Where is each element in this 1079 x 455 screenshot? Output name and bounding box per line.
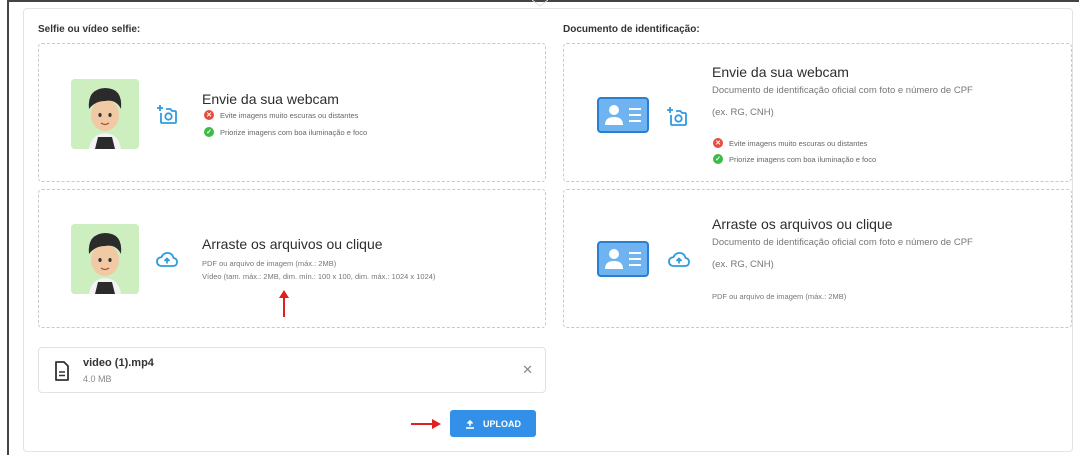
- rule-text: Evite imagens muito escuras ou distantes: [729, 138, 868, 148]
- document-webcam-description-examples: (ex. RG, CNH): [712, 107, 774, 118]
- document-webcam-title: Envie da sua webcam: [712, 64, 849, 80]
- document-upload-description: Documento de identificação oficial com f…: [712, 237, 973, 248]
- frame-notch: [532, 0, 548, 7]
- rule-text: Evite imagens muito escuras ou distantes: [220, 110, 359, 120]
- error-icon: ✕: [713, 138, 723, 148]
- selfie-upload-title: Arraste os arquivos ou clique: [202, 236, 383, 252]
- id-card-illustration: [597, 241, 649, 277]
- selfie-avatar: [71, 224, 139, 294]
- remove-file-icon[interactable]: ✕: [522, 362, 533, 378]
- selfie-webcam-title: Envie da sua webcam: [202, 91, 339, 107]
- upload-button[interactable]: UPLOAD: [450, 410, 536, 437]
- rule-text: Priorize imagens com boa iluminação e fo…: [729, 154, 877, 164]
- upload-icon: [466, 419, 474, 429]
- selfie-section-label: Selfie ou vídeo selfie:: [38, 24, 141, 35]
- rule-text: Priorize imagens com boa iluminação e fo…: [220, 127, 368, 137]
- id-card-illustration: [597, 97, 649, 133]
- document-upload-description-examples: (ex. RG, CNH): [712, 259, 774, 270]
- annotation-arrow-right: [411, 419, 441, 429]
- document-upload-format-hint: PDF ou arquivo de imagem (máx.: 2MB): [712, 292, 847, 301]
- selfie-upload-video-hint: Vídeo (tam. máx.: 2MB, dim. mín.: 100 x …: [202, 272, 436, 281]
- selfie-webcam-rule-ok: ✓ Priorize imagens com boa iluminação e …: [204, 127, 367, 137]
- file-name: video (1).mp4: [83, 357, 154, 369]
- document-section-label: Documento de identificação:: [563, 24, 700, 35]
- document-webcam-rule-error: ✕ Evite imagens muito escuras ou distant…: [713, 138, 867, 148]
- document-webcam-description: Documento de identificação oficial com f…: [712, 85, 973, 96]
- camera-add-icon[interactable]: [665, 104, 689, 128]
- document-upload-title: Arraste os arquivos ou clique: [712, 216, 893, 232]
- document-webcam-rule-ok: ✓ Priorize imagens com boa iluminação e …: [713, 154, 876, 164]
- check-icon: ✓: [713, 154, 723, 164]
- uploaded-file-item: video (1).mp4 4.0 MB ✕: [38, 347, 546, 393]
- cloud-upload-icon[interactable]: [667, 248, 691, 272]
- error-icon: ✕: [204, 110, 214, 120]
- selfie-webcam-rule-error: ✕ Evite imagens muito escuras ou distant…: [204, 110, 358, 120]
- file-icon: [55, 361, 69, 381]
- upload-button-label: UPLOAD: [483, 418, 521, 429]
- annotation-arrow-up: [279, 290, 289, 317]
- camera-add-icon[interactable]: [155, 102, 179, 126]
- selfie-avatar: [71, 79, 139, 149]
- check-icon: ✓: [204, 127, 214, 137]
- selfie-upload-format-hint: PDF ou arquivo de imagem (máx.: 2MB): [202, 259, 337, 268]
- cloud-upload-icon[interactable]: [155, 248, 179, 272]
- file-size: 4.0 MB: [83, 374, 112, 384]
